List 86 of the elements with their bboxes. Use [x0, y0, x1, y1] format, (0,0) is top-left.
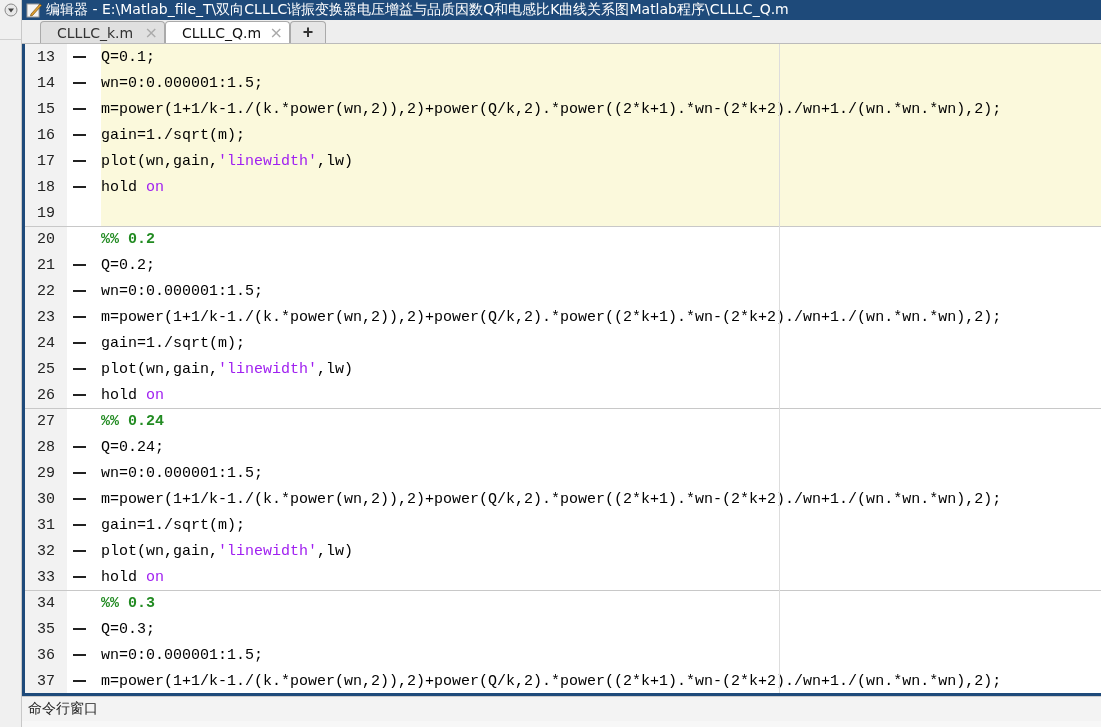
section-comment: %% 0.2	[101, 231, 155, 248]
breakpoint-marker[interactable]	[73, 472, 86, 474]
code-text: gain=1./sqrt(m);	[101, 516, 246, 534]
new-tab-button[interactable]: +	[290, 21, 326, 43]
breakpoint-marker[interactable]	[73, 186, 86, 188]
code-text: hold	[101, 178, 138, 196]
code-text: gain=1./sqrt(m);	[101, 334, 246, 352]
line-number: 18	[25, 174, 67, 200]
line-number: 28	[25, 434, 67, 460]
breakpoint-marker[interactable]	[73, 290, 86, 292]
breakpoint-marker[interactable]	[73, 108, 86, 110]
line-number: 31	[25, 512, 67, 538]
code-text: Q=0.1;	[101, 48, 155, 66]
code-text: ,lw)	[317, 360, 354, 378]
line-number: 23	[25, 304, 67, 330]
code-text: m=power(1+1/k-1./(k.*power(wn,2)),2)+power(Q/k,2).*power((2*k+1).*wn-(2*k+2)./wn+1./(wn.*wn.*wn),2);	[101, 672, 1002, 690]
breakpoint-marker[interactable]	[73, 82, 86, 84]
line-number: 37	[25, 668, 67, 693]
line-number: 35	[25, 616, 67, 642]
section-comment: %% 0.3	[101, 595, 155, 612]
panel-title: 命令行窗口	[28, 700, 98, 718]
code-text: hold	[101, 386, 138, 404]
breakpoint-marker[interactable]	[73, 550, 86, 552]
breakpoint-marker[interactable]	[73, 680, 86, 682]
line-number: 13	[25, 44, 67, 70]
code-text: Q=0.24;	[101, 438, 164, 456]
code-text: wn=0:0.000001:1.5;	[101, 646, 264, 664]
line-number: 24	[25, 330, 67, 356]
code-text: ,lw)	[317, 152, 354, 170]
code-text: m=power(1+1/k-1./(k.*power(wn,2)),2)+power(Q/k,2).*power((2*k+1).*wn-(2*k+2)./wn+1./(wn.*wn.*wn),2);	[101, 308, 1002, 326]
breakpoint-marker[interactable]	[73, 628, 86, 630]
dropdown-icon[interactable]	[3, 3, 18, 17]
line-number: 32	[25, 538, 67, 564]
window-title: 编辑器 - E:\Matlab_file_T\双向CLLLC谐振变换器电压增益与品质因数Q和电感比K曲线关系图Matlab程序\CLLLC_Q.m	[46, 1, 789, 19]
string-literal: 'linewidth'	[218, 152, 318, 170]
pencil-icon	[26, 2, 42, 18]
breakpoint-marker[interactable]	[73, 498, 86, 500]
line-number: 25	[25, 356, 67, 382]
line-number: 36	[25, 642, 67, 668]
breakpoint-marker[interactable]	[73, 56, 86, 58]
line-number: 22	[25, 278, 67, 304]
code-text: Q=0.2;	[101, 256, 155, 274]
code-text: hold	[101, 568, 138, 586]
breakpoint-marker[interactable]	[73, 316, 86, 318]
line-number: 27	[25, 409, 67, 434]
keyword-text: on	[146, 178, 165, 196]
line-number: 19	[25, 200, 67, 226]
code-text: gain=1./sqrt(m);	[101, 126, 246, 144]
section-comment: %% 0.24	[101, 413, 164, 430]
line-number: 16	[25, 122, 67, 148]
code-text: plot(wn,gain,	[101, 360, 219, 378]
code-text: plot(wn,gain,	[101, 152, 219, 170]
line-number: 26	[25, 382, 67, 408]
line-number: 21	[25, 252, 67, 278]
code-text: wn=0:0.000001:1.5;	[101, 464, 264, 482]
breakpoint-marker[interactable]	[73, 446, 86, 448]
keyword-text: on	[146, 568, 165, 586]
code-text: ,lw)	[317, 542, 354, 560]
line-number: 20	[25, 227, 67, 252]
line-number: 17	[25, 148, 67, 174]
line-number: 33	[25, 564, 67, 590]
code-text: m=power(1+1/k-1./(k.*power(wn,2)),2)+power(Q/k,2).*power((2*k+1).*wn-(2*k+2)./wn+1./(wn.*wn.*wn),2);	[101, 490, 1002, 508]
code-text: m=power(1+1/k-1./(k.*power(wn,2)),2)+power(Q/k,2).*power((2*k+1).*wn-(2*k+2)./wn+1./(wn.*wn.*wn),2);	[101, 100, 1002, 118]
breakpoint-marker[interactable]	[73, 654, 86, 656]
keyword-text: on	[146, 386, 165, 404]
code-text: Q=0.3;	[101, 620, 155, 638]
code-text: plot(wn,gain,	[101, 542, 219, 560]
file-tab[interactable]: CLLLC_k.m ×	[40, 21, 165, 43]
line-number: 34	[25, 591, 67, 616]
line-number: 30	[25, 486, 67, 512]
breakpoint-marker[interactable]	[73, 394, 86, 396]
string-literal: 'linewidth'	[218, 360, 318, 378]
file-tab[interactable]: CLLLC_Q.m ×	[165, 21, 290, 43]
breakpoint-marker[interactable]	[73, 342, 86, 344]
line-number: 14	[25, 70, 67, 96]
breakpoint-marker[interactable]	[73, 368, 86, 370]
line-number: 29	[25, 460, 67, 486]
breakpoint-marker[interactable]	[73, 524, 86, 526]
code-text: wn=0:0.000001:1.5;	[101, 282, 264, 300]
breakpoint-marker[interactable]	[73, 576, 86, 578]
breakpoint-marker[interactable]	[73, 264, 86, 266]
code-text: wn=0:0.000001:1.5;	[101, 74, 264, 92]
line-number: 15	[25, 96, 67, 122]
string-literal: 'linewidth'	[218, 542, 318, 560]
breakpoint-marker[interactable]	[73, 160, 86, 162]
breakpoint-marker[interactable]	[73, 134, 86, 136]
